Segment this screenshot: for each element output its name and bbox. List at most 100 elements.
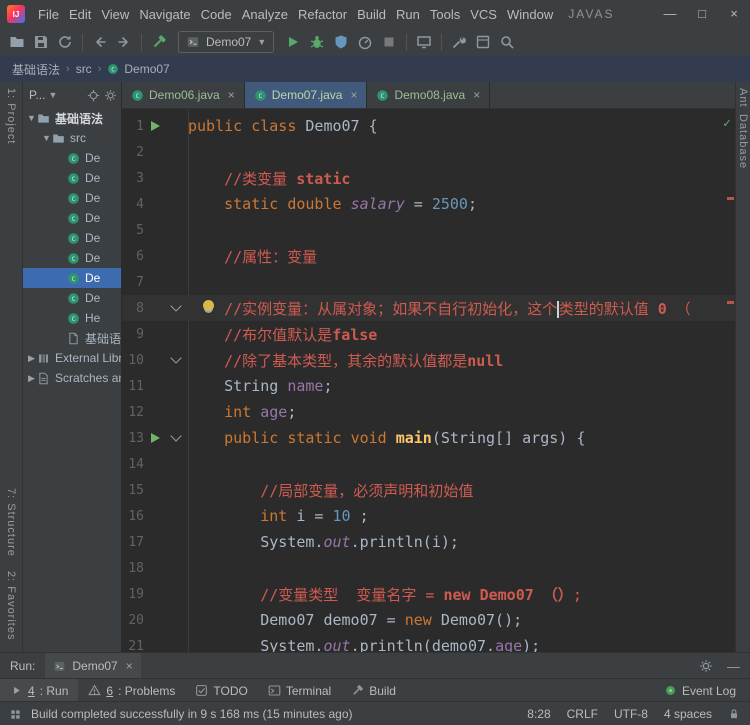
tree-item[interactable]: C De [23,288,121,308]
coverage-icon[interactable] [329,30,353,54]
menu-vcs[interactable]: VCS [465,7,502,22]
editor-tab[interactable]: C Demo06.java × [122,82,245,108]
sync-icon[interactable] [53,30,77,54]
locate-file-icon[interactable] [87,89,100,102]
tool-window-button-eventlog[interactable]: Event Log [654,679,746,702]
tool-window-button-build[interactable]: Build [341,679,406,702]
tree-item[interactable]: ▼ 基础语法 [23,108,121,128]
gear-icon[interactable] [699,659,713,673]
file-encoding[interactable]: UTF-8 [614,707,648,721]
tool-button-structure[interactable]: 7: Structure [5,488,17,557]
code-text: //除了基本类型，其余的默认值都是null [224,351,504,370]
tree-item[interactable]: C De [23,168,121,188]
tree-toggle-icon[interactable]: ▼ [41,133,52,143]
tool-window-button-terminal[interactable]: Terminal [258,679,341,702]
back-icon[interactable] [88,30,112,54]
sdk-manager-icon[interactable] [447,30,471,54]
run-config-selector[interactable]: Demo07 ▼ [178,31,275,53]
project-view-dropdown[interactable]: P... [29,88,45,102]
tool-window-icon[interactable] [471,30,495,54]
tree-item[interactable]: C De [23,188,121,208]
tree-toggle-icon[interactable]: ▶ [26,353,37,364]
profiler-icon[interactable] [353,30,377,54]
menu-code[interactable]: Code [196,7,237,22]
debug-icon[interactable] [305,30,329,54]
tree-item[interactable]: 基础语 [23,328,121,348]
close-icon[interactable]: × [473,88,480,102]
menu-window[interactable]: Window [502,7,558,22]
hide-panel-icon[interactable]: — [727,659,740,674]
save-all-icon[interactable] [29,30,53,54]
caret-position[interactable]: 8:28 [527,707,550,721]
forward-icon[interactable] [112,30,136,54]
menu-view[interactable]: View [96,7,134,22]
gutter-marks [144,425,188,451]
fold-icon[interactable] [170,430,182,442]
run-tab[interactable]: Demo07 × [45,653,141,679]
close-button[interactable]: × [718,0,750,28]
svg-text:C: C [112,66,116,73]
tool-button-ant[interactable]: Ant [737,88,749,108]
tree-item[interactable]: C De [23,208,121,228]
breadcrumb-label: src [75,62,92,76]
tree-item[interactable]: C De [23,228,121,248]
menu-build[interactable]: Build [352,7,391,22]
fold-icon[interactable] [170,352,182,364]
tree-item[interactable]: ▶ Scratches and Consoles [23,368,121,388]
tree-toggle-icon[interactable]: ▼ [26,113,37,123]
menu-navigate[interactable]: Navigate [134,7,195,22]
tool-window-bar: 4: Run 6: Problems TODO Terminal Build Event… [0,678,750,702]
intention-bulb-icon[interactable] [203,300,214,311]
tool-window-switcher-icon[interactable] [10,709,21,720]
menu-refactor[interactable]: Refactor [293,7,352,22]
breadcrumb-item[interactable]: 基础语法 [12,61,60,78]
open-folder-icon[interactable] [5,30,29,54]
tree-item[interactable]: C De [23,248,121,268]
editor-tab[interactable]: C Demo08.java × [367,82,491,108]
code-editor[interactable]: 1 public class Demo07 {2 3 //类变量 static 4 s… [122,109,736,652]
close-icon[interactable]: × [350,88,357,102]
close-icon[interactable]: × [228,88,235,102]
tree-item-label: De [85,271,101,285]
menu-run[interactable]: Run [391,7,425,22]
line-number: 8 [136,300,144,316]
gear-icon[interactable] [104,89,117,102]
line-separator[interactable]: CRLF [567,707,598,721]
device-monitor-icon[interactable] [412,30,436,54]
error-stripe-mark[interactable] [727,301,734,304]
indent-setting[interactable]: 4 spaces [664,707,712,721]
tool-window-button-todo[interactable]: TODO [185,679,257,702]
stop-icon[interactable] [377,30,401,54]
minimize-button[interactable]: — [654,0,686,28]
menu-analyze[interactable]: Analyze [237,7,293,22]
run-button-icon[interactable] [281,30,305,54]
error-stripe-mark[interactable] [727,197,734,200]
editor-tab-active[interactable]: C Demo07.java × [244,82,368,108]
tree-item[interactable]: ▼ src [23,128,121,148]
tree-toggle-icon[interactable]: ▶ [26,373,37,384]
menu-edit[interactable]: Edit [64,7,96,22]
tool-button-project[interactable]: 1: Project [5,88,17,144]
tool-window-button-problems[interactable]: 6: Problems [78,679,185,702]
run-line-icon[interactable] [151,433,160,443]
maximize-button[interactable]: □ [686,0,718,28]
search-icon[interactable] [495,30,519,54]
menu-file[interactable]: File [33,7,64,22]
tree-item[interactable]: C He [23,308,121,328]
code-text: System.out.println(i); [188,533,459,551]
menu-tools[interactable]: Tools [425,7,465,22]
run-line-icon[interactable] [151,121,160,131]
tree-item-selected[interactable]: C De [23,268,121,288]
tool-button-database[interactable]: Database [737,114,749,169]
lock-icon[interactable] [728,708,740,720]
tool-window-button-run[interactable]: 4: Run [0,679,79,702]
tree-item[interactable]: C De [23,148,121,168]
breadcrumb-item[interactable]: C Demo07 [107,62,170,76]
breadcrumb-item[interactable]: src [76,62,92,76]
tree-item[interactable]: ▶ External Libraries [23,348,121,368]
tab-label: Demo07.java [271,88,343,102]
close-icon[interactable]: × [126,659,133,673]
fold-icon[interactable] [170,300,182,312]
build-project-icon[interactable] [147,30,171,54]
tool-button-favorites[interactable]: 2: Favorites [5,571,17,640]
